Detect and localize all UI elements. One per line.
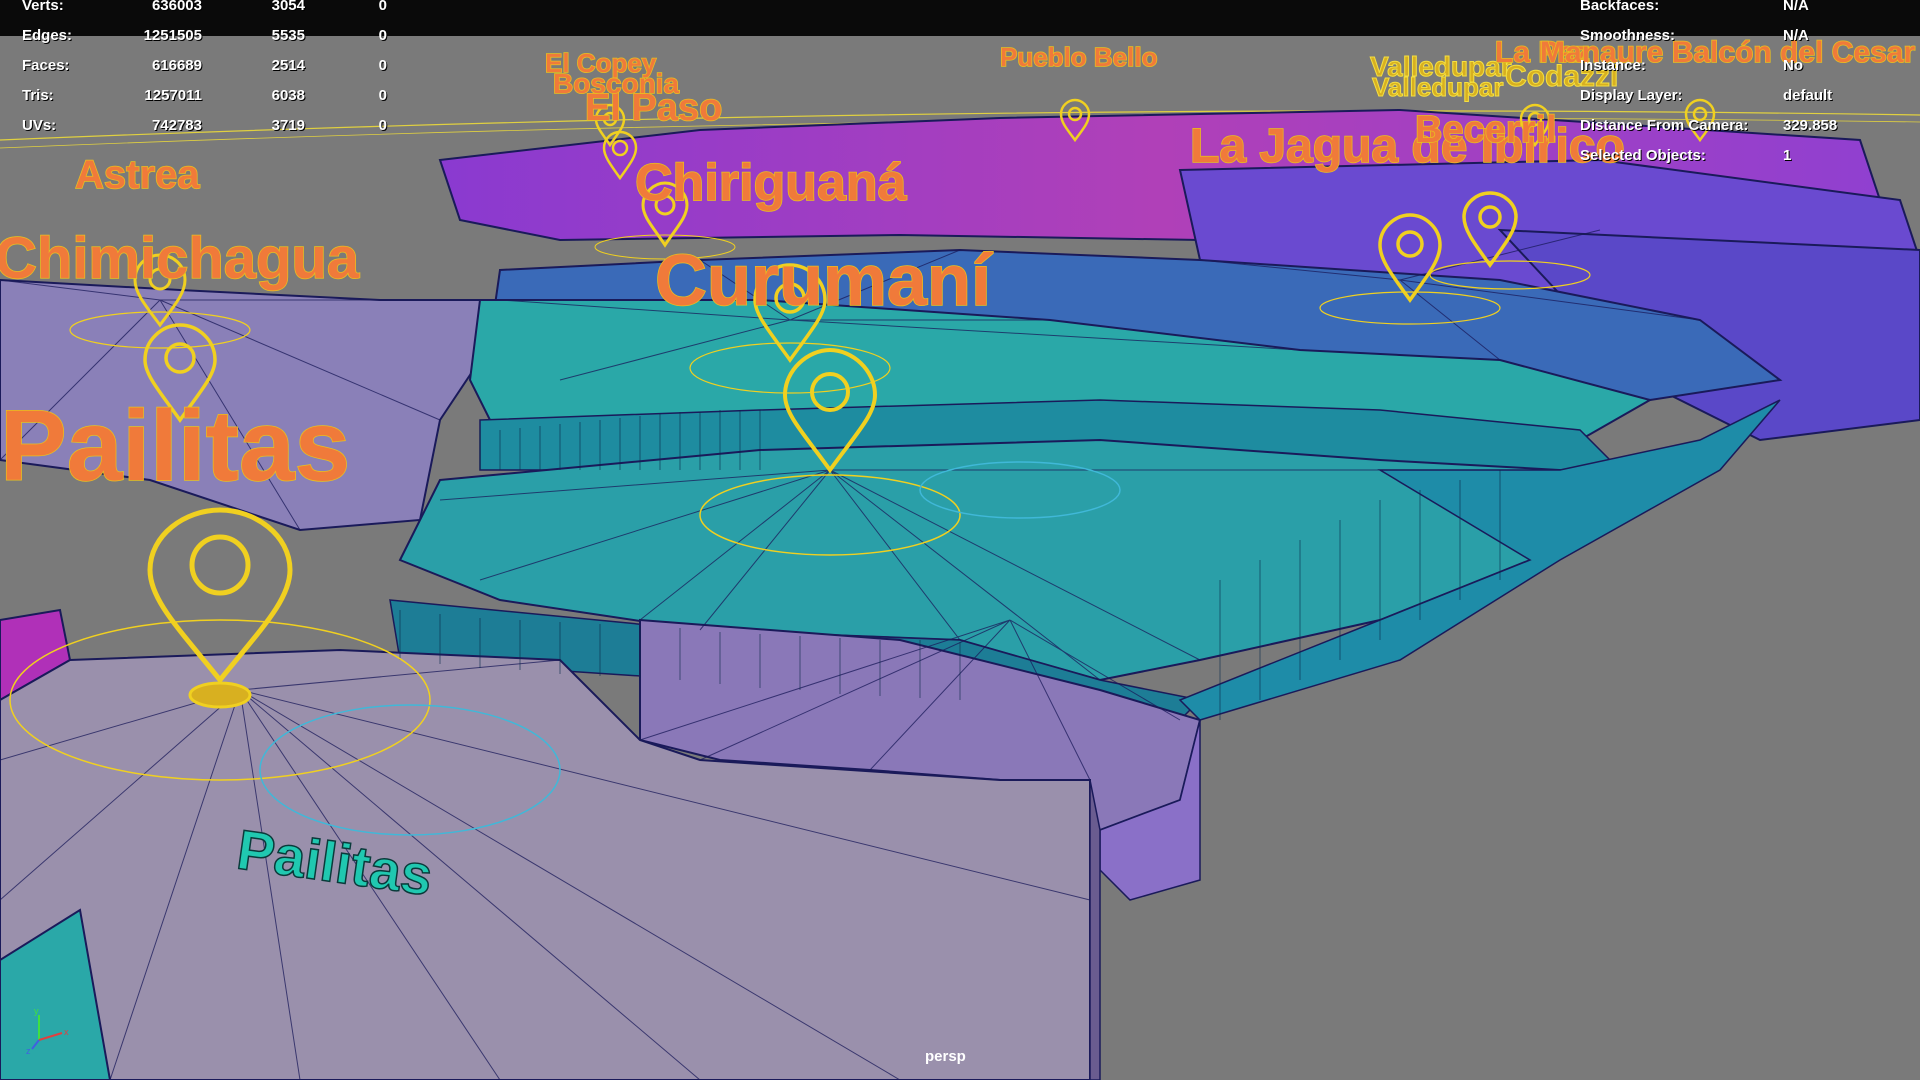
label-chimichagua: Chimichagua [0,226,360,291]
prop-value: N/A [1783,0,1809,14]
prop-row-distance: Distance From Camera: 329.858 [1580,117,1920,137]
prop-label: Smoothness: [1580,27,1676,44]
stat-value-selected: 3719 [271,117,305,134]
prop-label: Instance: [1580,57,1646,74]
stat-row-uvs: UVs: 742783 3719 0 [22,117,422,137]
stat-value-extra: 0 [378,27,387,44]
stat-value-extra: 0 [378,57,387,74]
stat-value-selected: 3054 [271,0,305,14]
prop-row-selected-objects: Selected Objects: 1 [1580,147,1920,167]
poly-count-hud: Verts: 636003 3054 0 Edges: 1251505 5535… [22,0,402,134]
label-astrea: Astrea [75,153,200,197]
prop-row-display-layer: Display Layer: default [1580,87,1920,107]
label-curumani: Curumaní [655,241,993,321]
camera-label: persp [925,1048,966,1065]
prop-value: default [1783,87,1833,104]
region-front-grey-edge [1089,779,1101,1080]
prop-value: 329.858 [1783,117,1838,134]
stat-value-selected: 6038 [271,87,305,104]
prop-value: N/A [1783,27,1809,44]
prop-value: 1 [1783,147,1792,164]
prop-row-backfaces: Backfaces: N/A [1580,0,1920,17]
label-chiriguana: Chiriguaná [635,154,908,212]
stat-label: UVs: [22,117,57,134]
stat-row-verts: Verts: 636003 3054 0 [22,0,422,17]
stat-row-edges: Edges: 1251505 5535 0 [22,27,422,47]
label-becerril: Becerril [1415,109,1557,151]
stat-value-total: 1257011 [144,87,202,104]
stat-value-total: 616689 [151,57,202,74]
stat-label: Edges: [22,27,73,44]
prop-label: Selected Objects: [1580,147,1706,164]
stat-label: Tris: [22,87,54,104]
prop-value: No [1783,57,1803,74]
label-pueblo-bello: Pueblo Bello [1000,42,1157,72]
stat-value-extra: 0 [378,0,387,14]
prop-row-smoothness: Smoothness: N/A [1580,27,1920,47]
object-details-hud: Backfaces: N/A Smoothness: N/A Instance:… [1580,0,1910,170]
stat-value-selected: 2514 [271,57,305,74]
stat-label: Faces: [22,57,70,74]
stat-value-total: 742783 [151,117,202,134]
maya-viewport[interactable]: Pailitas Pailitas Chimichagua Astrea Cur… [0,0,1920,1080]
svg-text:y: y [34,1006,39,1016]
prop-label: Display Layer: [1580,87,1683,104]
stat-row-faces: Faces: 616689 2514 0 [22,57,422,77]
stat-value-extra: 0 [378,87,387,104]
prop-label: Distance From Camera: [1580,117,1749,134]
stat-value-total: 636003 [151,0,202,14]
prop-row-instance: Instance: No [1580,57,1920,77]
stat-value-selected: 5535 [271,27,305,44]
label-el-copey: El Copey [545,48,657,78]
svg-text:x: x [64,1027,69,1037]
axis-gizmo-icon: y x z [26,1006,69,1055]
svg-text:z: z [26,1046,31,1055]
label-valledupar-2: Valledupar [1372,72,1504,102]
label-pailitas: Pailitas [0,390,350,502]
stat-value-total: 1251505 [143,27,202,44]
stat-value-extra: 0 [378,117,387,134]
stat-row-tris: Tris: 1257011 6038 0 [22,87,422,107]
stat-label: Verts: [22,0,64,14]
label-la-jagua: La Jagua de Ibirico [1190,120,1625,173]
prop-label: Backfaces: [1580,0,1660,14]
